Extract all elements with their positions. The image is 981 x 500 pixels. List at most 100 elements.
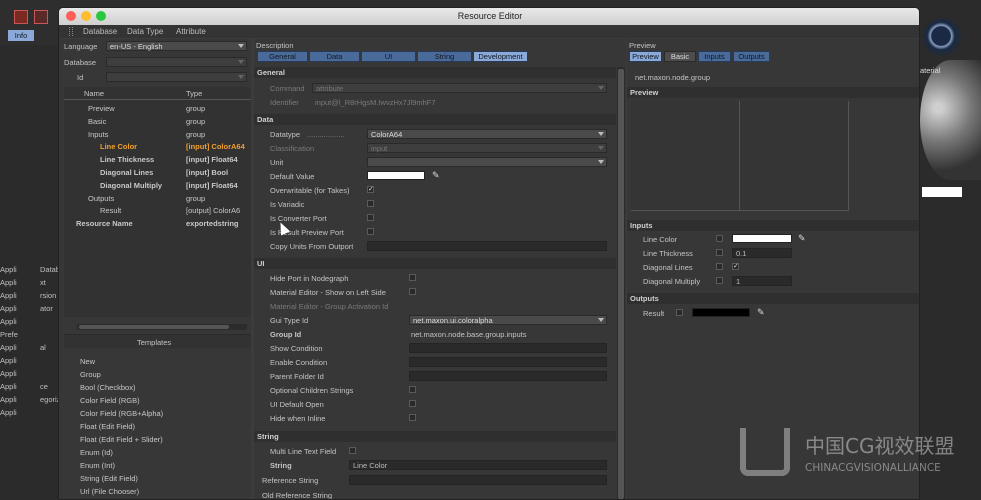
tree-horizontal-scrollbar[interactable] xyxy=(77,324,247,330)
show-condition-field[interactable] xyxy=(409,343,607,353)
minimize-window-button[interactable] xyxy=(81,11,91,21)
is-result-checkbox[interactable] xyxy=(367,228,374,235)
result-port-toggle[interactable] xyxy=(676,309,683,316)
scroll-thumb[interactable] xyxy=(618,69,624,499)
enable-condition-label: Enable Condition xyxy=(270,358,328,367)
background-list-item: Appli xyxy=(0,369,17,378)
background-list-item xyxy=(40,356,60,368)
diagonal-lines-port-toggle[interactable] xyxy=(716,263,723,270)
is-variadic-checkbox[interactable] xyxy=(367,200,374,207)
watermark-logo-icon xyxy=(740,428,790,476)
tab-inputs[interactable]: Inputs xyxy=(698,51,731,62)
chevron-down-icon xyxy=(598,86,604,90)
diagonal-multiply-port-toggle[interactable] xyxy=(716,277,723,284)
template-item[interactable]: Float (Edit Field + Slider) xyxy=(80,435,163,444)
ui-default-open-checkbox[interactable] xyxy=(409,400,416,407)
hide-inline-checkbox[interactable] xyxy=(409,414,416,421)
inputs-section-header: Inputs xyxy=(627,220,919,231)
tree-item-name[interactable]: Preview xyxy=(88,104,115,113)
classification-dropdown[interactable]: input xyxy=(367,143,607,153)
diagonal-lines-checkbox[interactable]: ✓ xyxy=(732,263,739,270)
default-color-swatch[interactable] xyxy=(367,171,425,180)
copy-units-field[interactable] xyxy=(367,241,607,251)
id-dropdown[interactable] xyxy=(106,72,247,82)
tree-item-name[interactable]: Result xyxy=(100,206,121,215)
template-item[interactable]: Url (File Chooser) xyxy=(80,487,139,496)
tree-item-name[interactable]: Diagonal Lines xyxy=(100,168,153,177)
tab-preview[interactable]: Preview xyxy=(629,51,662,62)
info-tab[interactable]: Info xyxy=(8,30,34,41)
tree-item-type: [input] Float64 xyxy=(186,155,238,165)
template-item[interactable]: String (Edit Field) xyxy=(80,474,138,483)
template-item[interactable]: Enum (Int) xyxy=(80,461,115,470)
tree-item-name[interactable]: Inputs xyxy=(88,130,108,139)
tab-string[interactable]: String xyxy=(417,51,472,62)
line-thickness-port-toggle[interactable] xyxy=(716,249,723,256)
tree-item-name[interactable]: Diagonal Multiply xyxy=(100,181,162,190)
string-field[interactable]: Line Color xyxy=(349,460,607,470)
parent-folder-field[interactable] xyxy=(409,371,607,381)
app-icon xyxy=(34,10,48,24)
tree-item-name[interactable]: Basic xyxy=(88,117,106,126)
diagonal-multiply-field[interactable]: 1 xyxy=(732,276,792,286)
tree-item-name[interactable]: Resource Name xyxy=(76,219,133,228)
background-list-item: Appli xyxy=(0,291,17,300)
template-item[interactable]: Color Field (RGB+Alpha) xyxy=(80,409,163,418)
gui-type-dropdown[interactable]: net.maxon.ui.coloralpha xyxy=(409,315,607,325)
resource-editor-window: Resource Editor Database Data Type Attri… xyxy=(58,7,920,500)
diagonal-lines-label: Diagonal Lines xyxy=(643,263,693,272)
template-item[interactable]: Bool (Checkbox) xyxy=(80,383,135,392)
template-item[interactable]: New xyxy=(80,357,95,366)
tab-basic[interactable]: Basic xyxy=(664,51,696,62)
material-left-checkbox[interactable] xyxy=(409,288,416,295)
preview-section-header: Preview xyxy=(627,87,919,98)
eyedropper-icon[interactable]: ✎ xyxy=(798,233,806,244)
template-item[interactable]: Float (Edit Field) xyxy=(80,422,135,431)
database-dropdown[interactable] xyxy=(106,57,247,67)
watermark-cn: 中国CG视效联盟 xyxy=(805,434,955,458)
overwritable-checkbox[interactable]: ✓ xyxy=(367,186,374,193)
line-thickness-field[interactable]: 0.1 xyxy=(732,248,792,258)
identifier-label: Identifier xyxy=(270,98,299,107)
menu-database[interactable]: Database xyxy=(83,27,117,36)
eyedropper-icon[interactable]: ✎ xyxy=(757,307,765,318)
menu-data-type[interactable]: Data Type xyxy=(127,27,163,36)
datatype-dropdown[interactable]: ColorA64 xyxy=(367,129,607,139)
window-title: Resource Editor xyxy=(457,11,523,21)
result-color-swatch xyxy=(692,308,750,317)
tab-ui[interactable]: UI xyxy=(361,51,416,62)
menu-attribute[interactable]: Attribute xyxy=(176,27,206,36)
background-list-item: xt xyxy=(40,278,46,287)
scroll-thumb[interactable] xyxy=(79,325,229,329)
templates-header-bar: Templates xyxy=(64,334,251,348)
command-dropdown[interactable]: attribute xyxy=(312,83,607,93)
tree-item-name[interactable]: Line Thickness xyxy=(100,155,154,164)
multiline-checkbox[interactable] xyxy=(349,447,356,454)
template-item[interactable]: Color Field (RGB) xyxy=(80,396,140,405)
template-item[interactable]: Enum (Id) xyxy=(80,448,113,457)
tab-outputs[interactable]: Outputs xyxy=(733,51,770,62)
line-color-swatch[interactable] xyxy=(732,234,792,243)
ui-section-header: UI xyxy=(254,258,616,269)
description-scrollbar[interactable] xyxy=(617,67,625,499)
language-dropdown[interactable]: en-US - English xyxy=(106,41,247,51)
is-converter-checkbox[interactable] xyxy=(367,214,374,221)
tree-item-name[interactable]: Line Color xyxy=(100,142,137,151)
reference-string-field[interactable] xyxy=(349,475,607,485)
maximize-window-button[interactable] xyxy=(96,11,106,21)
hide-port-checkbox[interactable] xyxy=(409,274,416,281)
tree-item-name[interactable]: Outputs xyxy=(88,194,114,203)
eyedropper-icon[interactable]: ✎ xyxy=(432,170,440,181)
tab-general[interactable]: General xyxy=(257,51,308,62)
tab-development[interactable]: Development xyxy=(473,51,528,62)
overwritable-label: Overwritable (for Takes) xyxy=(270,186,350,195)
optional-children-checkbox[interactable] xyxy=(409,386,416,393)
enable-condition-field[interactable] xyxy=(409,357,607,367)
line-color-port-toggle[interactable] xyxy=(716,235,723,242)
multiline-label: Multi Line Text Field xyxy=(270,447,337,456)
close-window-button[interactable] xyxy=(66,11,76,21)
unit-dropdown[interactable] xyxy=(367,157,607,167)
tab-data[interactable]: Data xyxy=(309,51,360,62)
line-thickness-value: 0.1 xyxy=(736,249,747,258)
template-item[interactable]: Group xyxy=(80,370,101,379)
